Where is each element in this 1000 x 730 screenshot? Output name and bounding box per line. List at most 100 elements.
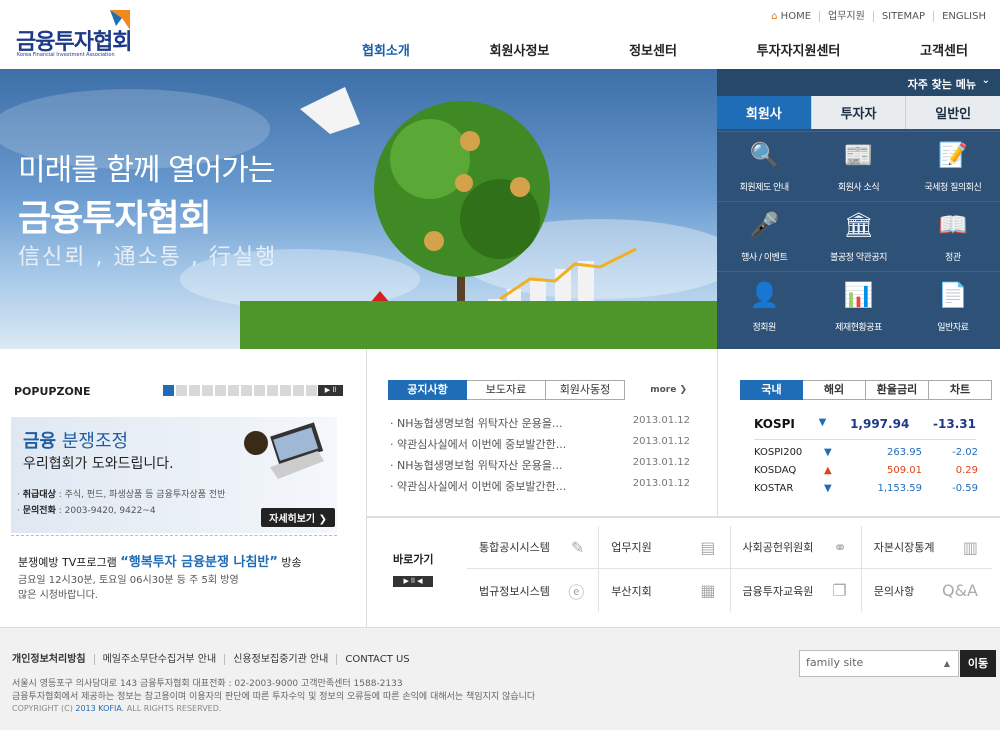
kospi-row: KOSPI ▼ 1,997.94 -13.31 (754, 417, 976, 440)
tab-press[interactable]: 보도자료 (467, 380, 546, 400)
quick-item[interactable]: 🎤 행사 / 이벤트 (717, 201, 812, 271)
go-button[interactable]: 이동 (960, 650, 996, 677)
tv-program-schedule: 금요일 12시30분, 토요일 06시30분 등 주 5회 방영 (18, 575, 239, 586)
more-link[interactable]: more ❯ (650, 385, 687, 395)
list-item[interactable]: · 약관심사실에서 이번에 중보발간한... 2013.01.12 (390, 478, 690, 499)
pager-dot[interactable] (306, 385, 317, 396)
qa-icon: Q&A (941, 581, 978, 600)
sitemap-link[interactable]: SITEMAP (872, 11, 933, 22)
shortcut-item[interactable]: 문의사항 Q&A (860, 569, 992, 612)
banner-title: 금융 분쟁조정 (23, 431, 129, 452)
laptop-icon (244, 422, 324, 479)
logo[interactable]: 금융투자협회 Korea Financial Investment Associ… (14, 8, 134, 58)
file-icon: 📄 (938, 281, 968, 309)
magnifier-icon: 🔍 (749, 141, 779, 169)
building-icon: ▦ (700, 581, 716, 600)
shortcuts-controls[interactable]: ▶ ll ◀ (393, 576, 433, 587)
tv-program-note: 많은 시청바랍니다. (18, 590, 98, 601)
shortcut-item[interactable]: 통합공시시스템 ✎ (467, 526, 599, 569)
quick-item[interactable]: 🏛 불공정 약관공지 (811, 201, 906, 271)
list-item[interactable]: · NH농협생명보험 위탁자산 운용을... 2013.01.12 (390, 457, 690, 478)
copyright: COPYRIGHT (C) 2013 KOFIA. ALL RIGHTS RES… (12, 704, 222, 713)
tv-program-title[interactable]: 분쟁예방 TV프로그램 “행복투자 금융분쟁 나침반” 방송 (18, 551, 302, 570)
pager-dot[interactable] (280, 385, 291, 396)
down-arrow-icon: ▼ (824, 483, 832, 494)
dispute-banner[interactable]: 금융 분쟁조정 우리협회가 도와드립니다. · 취급대상 : 주식, 펀드, 파… (11, 417, 337, 533)
newspaper-icon: 📰 (843, 141, 874, 169)
e-document-icon: ⓔ (568, 582, 585, 602)
shortcut-item[interactable]: 금융투자교육원 ❐ (729, 569, 861, 612)
shortcut-item[interactable]: 사회공헌위원회 ⚭ (729, 526, 861, 569)
pager-dot[interactable] (228, 385, 239, 396)
quick-item[interactable]: 📊 제재현황공표 (811, 271, 906, 341)
up-arrow-icon: ▲ (824, 465, 832, 476)
pager-dot[interactable] (215, 385, 226, 396)
family-site-select[interactable]: family site ▲ (799, 650, 959, 677)
shortcut-item[interactable]: 업무지원 ▤ (598, 526, 730, 569)
list-item[interactable]: · NH농협생명보험 위탁자산 운용을... 2013.01.12 (390, 415, 690, 436)
contact-link[interactable]: CONTACT US (336, 654, 417, 665)
tab-general[interactable]: 일반인 (905, 96, 1000, 129)
list-item[interactable]: · 약관심사실에서 이번에 중보발간한... 2013.01.12 (390, 436, 690, 457)
nav-members[interactable]: 회원사정보 (468, 40, 572, 59)
market-tabs: 국내 해외 환율금리 차트 (740, 380, 992, 400)
pager-dot[interactable] (293, 385, 304, 396)
logo-subtitle: Korea Financial Investment Association (17, 52, 115, 58)
shortcut-item[interactable]: 자본시장통계 ▥ (860, 526, 992, 569)
quick-item[interactable]: 📖 정관 (905, 201, 1000, 271)
tab-chart[interactable]: 차트 (929, 380, 992, 400)
notice-list: · NH농협생명보험 위탁자산 운용을... 2013.01.12 · 약관심사실… (390, 415, 690, 499)
triangle-up-icon: ▲ (943, 659, 950, 668)
pager-dot[interactable] (267, 385, 278, 396)
pager-dot[interactable] (241, 385, 252, 396)
nav-customer[interactable]: 고객센터 (898, 40, 990, 59)
index-row: KOSPI200 ▼ 263.95 -2.02 (754, 447, 978, 458)
down-arrow-icon: ▼ (824, 447, 832, 458)
quick-item[interactable]: 🔍 회원제도 안내 (717, 131, 812, 201)
banner-subtitle: 우리협회가 도와드립니다. (23, 456, 174, 472)
credit-info-link[interactable]: 신용정보집중기관 안내 (224, 654, 336, 665)
hero-line2: 금융투자협회 (18, 198, 212, 239)
popup-play-pause[interactable]: ▶ ll (318, 385, 343, 396)
nav-investor[interactable]: 투자자지원센터 (735, 40, 863, 59)
pager-dot[interactable] (163, 385, 174, 396)
shortcut-item[interactable]: 법규정보시스템 ⓔ (467, 569, 598, 612)
down-arrow-icon: ▼ (818, 417, 827, 428)
book-icon: 📖 (938, 211, 968, 239)
email-policy-link[interactable]: 메일주소무단수집거부 안내 (93, 654, 225, 665)
quick-menu-header[interactable]: 자주 찾는 메뉴 ⌄ (717, 69, 1000, 96)
quick-menu: 자주 찾는 메뉴 ⌄ 회원사 투자자 일반인 🔍 회원제도 안내 📰 회원사 소식 📝… (717, 69, 1000, 349)
tab-fx-rates[interactable]: 환율금리 (866, 380, 929, 400)
pager-dot[interactable] (202, 385, 213, 396)
tab-member-news[interactable]: 회원사동정 (546, 380, 625, 400)
pager-dot[interactable] (254, 385, 265, 396)
copy-icon: ❐ (832, 581, 847, 600)
nav-about[interactable]: 협회소개 (340, 40, 432, 59)
tab-investor[interactable]: 투자자 (810, 96, 906, 129)
quick-item[interactable]: 📰 회원사 소식 (811, 131, 906, 201)
details-button[interactable]: 자세히보기 ❯ (261, 508, 335, 527)
shortcuts-label: 바로가기 (393, 553, 434, 566)
documents-icon: ▤ (700, 537, 716, 557)
tab-notices[interactable]: 공지사항 (388, 380, 467, 400)
shortcut-item[interactable]: 부산지회 ▦ (598, 569, 729, 612)
privacy-link[interactable]: 개인정보처리방침 (12, 654, 94, 665)
tab-domestic[interactable]: 국내 (740, 380, 803, 400)
home-link[interactable]: ⌂ HOME (763, 11, 819, 22)
nav-info[interactable]: 정보센터 (607, 40, 699, 59)
banner-phone: · 문의전화 : 2003-9420, 9422~4 (17, 506, 156, 516)
pager-dot[interactable] (189, 385, 200, 396)
bar-chart-icon: ▥ (962, 537, 978, 557)
english-link[interactable]: ENGLISH (933, 11, 994, 22)
shortcuts: 바로가기 ▶ ll ◀ 통합공시시스템 ✎ 업무지원 ▤ 사회공헌위원회 ⚭ 자본시장… (367, 517, 1000, 627)
popup-zone: POPUPZONE ▶ ll 금융 분쟁조정 우리협회가 도와드립니다. · 취… (0, 349, 367, 627)
quick-item[interactable]: 👤 정회원 (717, 271, 812, 341)
pager-dot[interactable] (176, 385, 187, 396)
quick-item[interactable]: 📝 국세청 질의회신 (905, 131, 1000, 201)
support-link[interactable]: 업무지원 (819, 11, 873, 22)
quick-item[interactable]: 📄 일반자료 (905, 271, 1000, 341)
tab-overseas[interactable]: 해외 (803, 380, 866, 400)
hero-line1: 미래를 함께 열어가는 (18, 153, 275, 188)
document-pencil-icon: 📝 (938, 141, 968, 169)
tab-member[interactable]: 회원사 (717, 96, 811, 129)
